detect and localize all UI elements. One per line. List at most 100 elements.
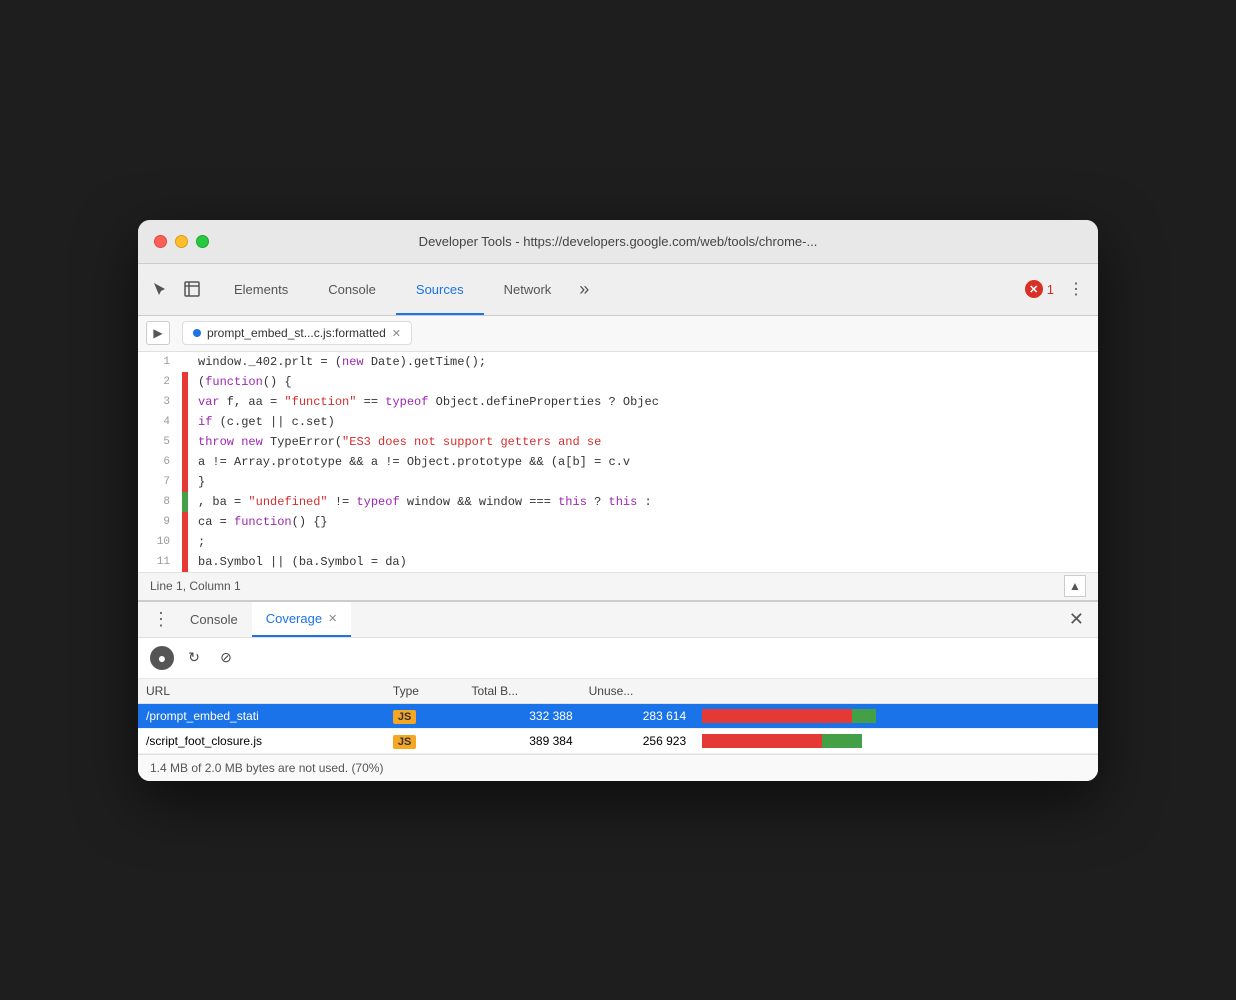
settings-icon[interactable]: ⋮ <box>1062 275 1090 303</box>
line-number: 1 <box>138 352 182 372</box>
coverage-table: URL Type Total B... Unuse... /prompt_emb… <box>138 679 1098 754</box>
code-line-9: 9 ca = function() {} <box>138 512 1098 532</box>
line-gutter <box>182 512 188 532</box>
sources-panel: ▶ prompt_embed_st...c.js:formatted ✕ 1 wi… <box>138 316 1098 600</box>
close-bottom-panel-button[interactable]: ✕ <box>1063 609 1090 630</box>
error-icon: ✕ <box>1025 280 1043 298</box>
cell-type: JS <box>385 728 464 753</box>
status-bar: Line 1, Column 1 ▲ <box>138 572 1098 600</box>
line-number: 8 <box>138 492 182 512</box>
code-line-4: 4 if (c.get || c.set) <box>138 412 1098 432</box>
type-badge: JS <box>393 710 416 724</box>
line-gutter <box>182 472 188 492</box>
line-gutter <box>182 352 188 372</box>
code-line-6: 6 a != Array.prototype && a != Object.pr… <box>138 452 1098 472</box>
line-number: 6 <box>138 452 182 472</box>
code-content: ca = function() {} <box>194 512 1098 532</box>
close-button[interactable] <box>154 235 167 248</box>
traffic-lights <box>154 235 209 248</box>
cell-type: JS <box>385 703 464 728</box>
cell-unused: 283 614 <box>581 703 694 728</box>
line-gutter <box>182 532 188 552</box>
window-title: Developer Tools - https://developers.goo… <box>419 234 818 249</box>
cell-total: 389 384 <box>463 728 580 753</box>
code-content: , ba = "undefined" != typeof window && w… <box>194 492 1098 512</box>
reload-coverage-button[interactable]: ↻ <box>182 646 206 670</box>
code-line-7: 7 } <box>138 472 1098 492</box>
coverage-tab-close[interactable]: ✕ <box>328 612 337 625</box>
file-tab[interactable]: prompt_embed_st...c.js:formatted ✕ <box>182 321 412 345</box>
coverage-toolbar: ● ↻ ⊘ <box>138 638 1098 679</box>
file-tab-close[interactable]: ✕ <box>392 327 401 340</box>
line-gutter <box>182 392 188 412</box>
line-number: 10 <box>138 532 182 552</box>
bottom-tab-coverage[interactable]: Coverage ✕ <box>252 602 352 637</box>
bottom-panel: ⋮ Console Coverage ✕ ✕ ● ↻ ⊘ URL Type To… <box>138 600 1098 781</box>
code-line-8: 8 , ba = "undefined" != typeof window &&… <box>138 492 1098 512</box>
tab-sources[interactable]: Sources <box>396 264 484 315</box>
code-line-3: 3 var f, aa = "function" == typeof Objec… <box>138 392 1098 412</box>
tab-elements[interactable]: Elements <box>214 264 308 315</box>
line-gutter <box>182 432 188 452</box>
code-line-5: 5 throw new TypeError("ES3 does not supp… <box>138 432 1098 452</box>
tab-network[interactable]: Network <box>484 264 572 315</box>
more-options-icon[interactable]: ⋮ <box>146 609 176 630</box>
used-bar <box>822 734 862 748</box>
used-bar <box>852 709 876 723</box>
code-line-10: 10 ; <box>138 532 1098 552</box>
line-gutter <box>182 452 188 472</box>
code-line-11: 11 ba.Symbol || (ba.Symbol = da) <box>138 552 1098 572</box>
title-bar: Developer Tools - https://developers.goo… <box>138 220 1098 264</box>
code-editor[interactable]: 1 window._402.prlt = (new Date).getTime()… <box>138 352 1098 572</box>
line-gutter <box>182 492 188 512</box>
devtools-right-controls: ✕ 1 ⋮ <box>1025 275 1090 303</box>
line-number: 5 <box>138 432 182 452</box>
unused-bar <box>702 709 852 723</box>
cursor-icon[interactable] <box>146 275 174 303</box>
line-number: 4 <box>138 412 182 432</box>
line-gutter <box>182 412 188 432</box>
cell-bar <box>694 728 1098 753</box>
code-content: window._402.prlt = (new Date).getTime(); <box>194 352 1098 372</box>
code-content: } <box>194 472 1098 492</box>
code-content: (function() { <box>194 372 1098 392</box>
line-number: 11 <box>138 552 182 572</box>
record-coverage-button[interactable]: ● <box>150 646 174 670</box>
cell-bar <box>694 703 1098 728</box>
devtools-window: Developer Tools - https://developers.goo… <box>138 220 1098 781</box>
usage-bar <box>702 709 902 723</box>
line-number: 3 <box>138 392 182 412</box>
table-row[interactable]: /script_foot_closure.jsJS389 384256 923 <box>138 728 1098 753</box>
cell-url: /prompt_embed_stati <box>138 703 385 728</box>
tab-console[interactable]: Console <box>308 264 396 315</box>
minimize-button[interactable] <box>175 235 188 248</box>
bottom-tab-console[interactable]: Console <box>176 602 252 637</box>
table-row[interactable]: /prompt_embed_stati JS 332 388283 614 <box>138 703 1098 728</box>
more-tabs-button[interactable]: » <box>571 279 597 300</box>
inspect-icon[interactable] <box>178 275 206 303</box>
code-line-2: 2 (function() { <box>138 372 1098 392</box>
clear-coverage-button[interactable]: ⊘ <box>214 646 238 670</box>
line-number: 7 <box>138 472 182 492</box>
code-content: a != Array.prototype && a != Object.prot… <box>194 452 1098 472</box>
cell-total: 332 388 <box>463 703 580 728</box>
error-badge[interactable]: ✕ 1 <box>1025 280 1054 298</box>
usage-bar <box>702 734 902 748</box>
code-line-1: 1 window._402.prlt = (new Date).getTime()… <box>138 352 1098 372</box>
console-up-button[interactable]: ▲ <box>1064 575 1086 597</box>
devtools-icons <box>146 275 206 303</box>
code-content: throw new TypeError("ES3 does not suppor… <box>194 432 1098 452</box>
fullscreen-button[interactable] <box>196 235 209 248</box>
file-tab-label: prompt_embed_st...c.js:formatted <box>207 326 386 340</box>
line-number: 9 <box>138 512 182 532</box>
devtools-tab-bar: Elements Console Sources Network » ✕ 1 ⋮ <box>138 264 1098 316</box>
col-unused: Unuse... <box>581 679 694 704</box>
col-bar <box>694 679 1098 704</box>
line-gutter <box>182 552 188 572</box>
file-modified-indicator <box>193 329 201 337</box>
code-content: ; <box>194 532 1098 552</box>
col-total: Total B... <box>463 679 580 704</box>
unused-bar <box>702 734 822 748</box>
panel-toggle-button[interactable]: ▶ <box>146 321 170 345</box>
line-number: 2 <box>138 372 182 392</box>
